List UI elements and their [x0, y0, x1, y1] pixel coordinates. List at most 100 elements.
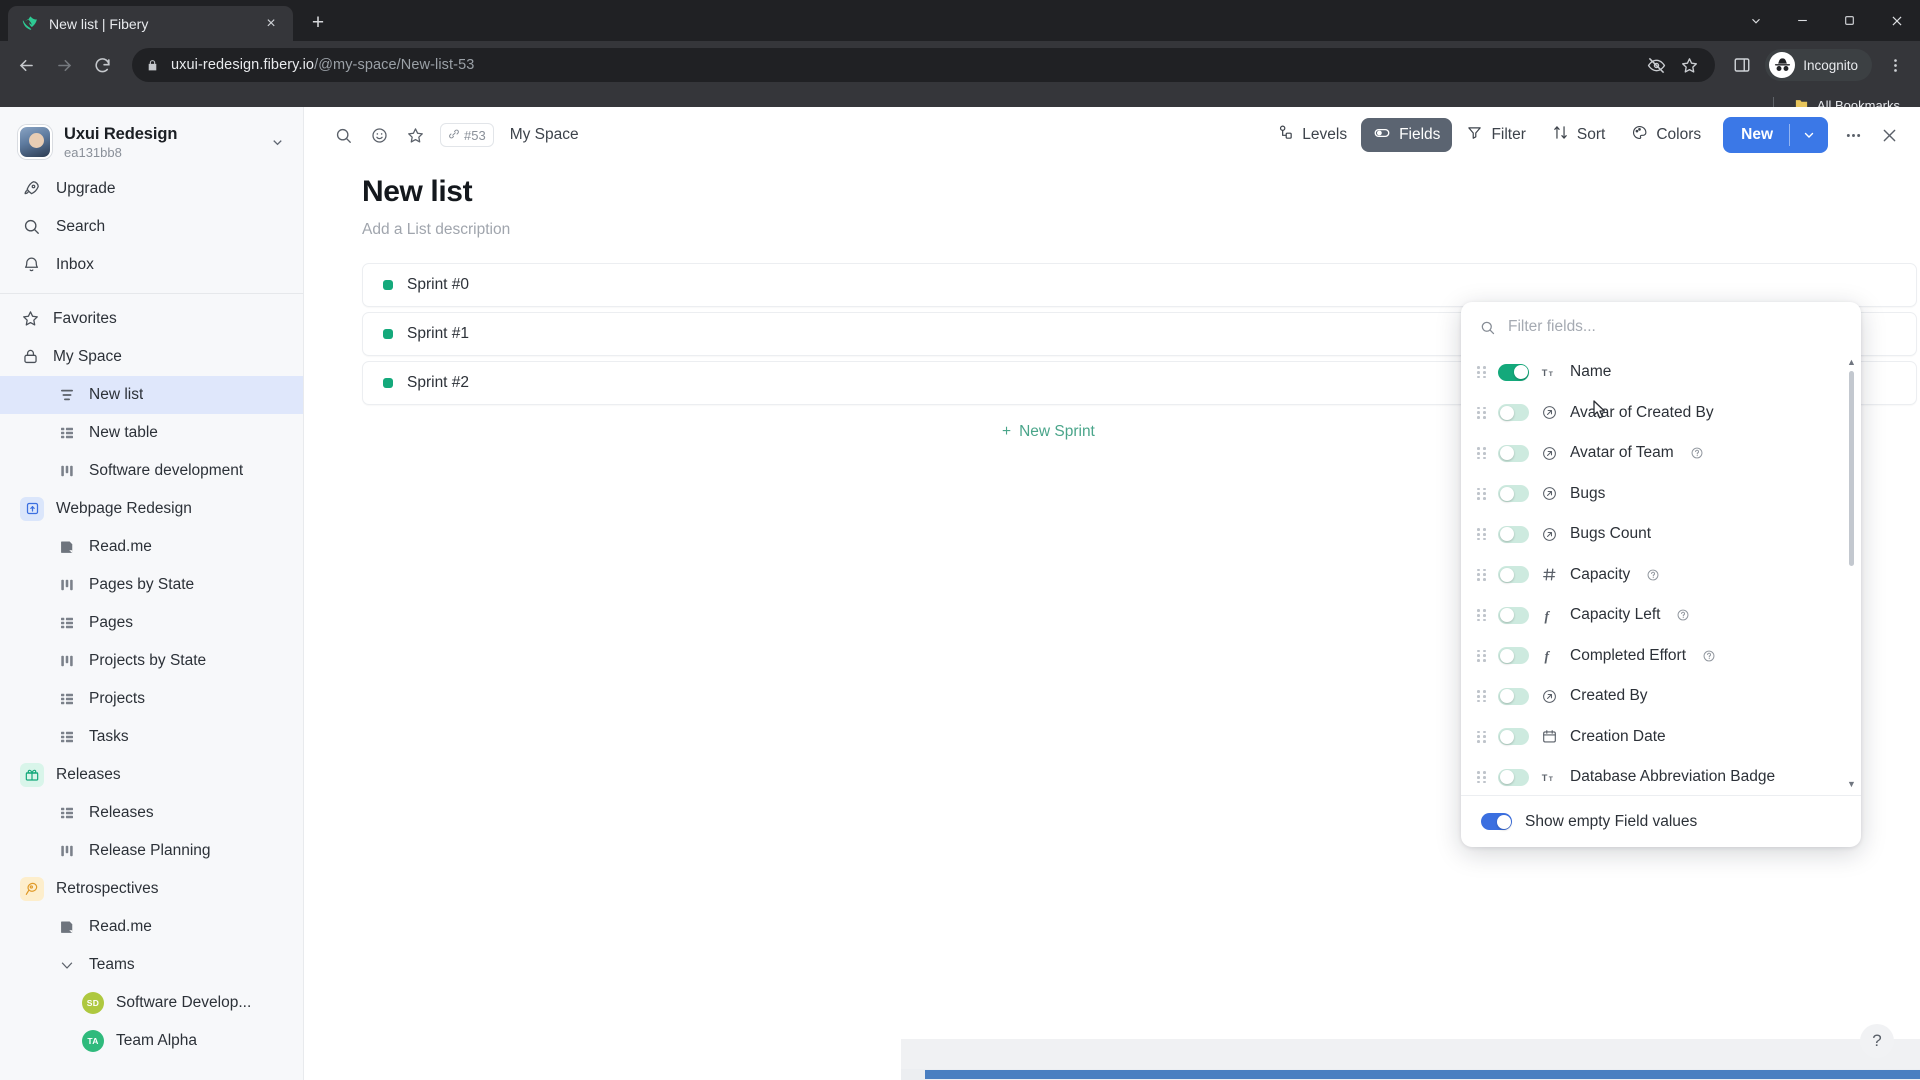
- sidebar-item-upgrade[interactable]: Upgrade: [0, 170, 303, 208]
- sidebar-item-release-planning[interactable]: Release Planning: [0, 832, 303, 870]
- drag-handle-icon[interactable]: [1477, 487, 1487, 500]
- field-row[interactable]: Bugs Count: [1463, 514, 1861, 555]
- star-icon[interactable]: [1680, 56, 1699, 75]
- sidebar-item-projects-by-state[interactable]: Projects by State: [0, 642, 303, 680]
- sidebar-item-releases[interactable]: Releases: [0, 756, 303, 794]
- close-icon[interactable]: [1872, 118, 1906, 152]
- field-row[interactable]: Creation Date: [1463, 717, 1861, 758]
- sidebar-item-inbox[interactable]: Inbox: [0, 246, 303, 284]
- drag-handle-icon[interactable]: [1477, 568, 1487, 581]
- new-tab-button[interactable]: +: [301, 6, 335, 40]
- window-maximize-button[interactable]: [1826, 0, 1873, 41]
- drag-handle-icon[interactable]: [1477, 406, 1487, 419]
- sidebar-item-favorites[interactable]: Favorites: [0, 300, 303, 338]
- field-row[interactable]: Capacity: [1463, 555, 1861, 596]
- help-icon[interactable]: [1676, 608, 1690, 622]
- browser-tab[interactable]: New list | Fibery ×: [8, 6, 293, 41]
- field-row[interactable]: f Capacity Left: [1463, 595, 1861, 636]
- tab-search-icon[interactable]: [1732, 0, 1779, 41]
- profile-chip[interactable]: Incognito: [1765, 49, 1872, 81]
- horizontal-scrollbar[interactable]: [901, 1069, 1920, 1080]
- page-title[interactable]: New list: [362, 175, 1920, 209]
- sidebar-item-my-space[interactable]: My Space: [0, 338, 303, 376]
- window-minimize-button[interactable]: [1779, 0, 1826, 41]
- address-bar[interactable]: uxui-redesign.fibery.io/@my-space/New-li…: [132, 48, 1716, 82]
- show-empty-fields-toggle[interactable]: [1481, 813, 1512, 830]
- field-visibility-toggle[interactable]: [1498, 404, 1529, 422]
- sidebar-item-teams[interactable]: Teams: [0, 946, 303, 984]
- sidebar-item-new-list[interactable]: New list: [0, 375, 303, 414]
- chevron-down-icon[interactable]: [266, 131, 289, 154]
- sidebar-item-read-me[interactable]: Read.me: [0, 908, 303, 946]
- sort-button[interactable]: Sort: [1540, 118, 1617, 152]
- entity-id-badge[interactable]: #53: [440, 123, 494, 147]
- field-row[interactable]: Avatar of Created By: [1463, 393, 1861, 434]
- forward-button[interactable]: [46, 47, 82, 83]
- field-row[interactable]: T T Name: [1463, 352, 1861, 393]
- field-visibility-toggle[interactable]: [1498, 647, 1529, 665]
- drag-handle-icon[interactable]: [1477, 771, 1487, 784]
- field-visibility-toggle[interactable]: [1498, 444, 1529, 462]
- scrollbar-thumb[interactable]: [925, 1070, 1920, 1079]
- workspace-header[interactable]: Uxui Redesign ea131bb8: [0, 117, 303, 170]
- sidebar-item-software-development[interactable]: Software development: [0, 452, 303, 490]
- help-icon[interactable]: [1646, 568, 1660, 582]
- scroll-down-arrow-icon[interactable]: ▼: [1847, 780, 1856, 789]
- sidebar-item-webpage-redesign[interactable]: Webpage Redesign: [0, 490, 303, 528]
- sidebar-item-new-table[interactable]: New table: [0, 414, 303, 452]
- help-button[interactable]: ?: [1860, 1024, 1894, 1058]
- field-row[interactable]: f Completed Effort: [1463, 636, 1861, 677]
- drag-handle-icon[interactable]: [1477, 528, 1487, 541]
- scrollbar-track[interactable]: [1849, 371, 1854, 776]
- sidebar-item-retrospectives[interactable]: Retrospectives: [0, 870, 303, 908]
- drag-handle-icon[interactable]: [1477, 366, 1487, 379]
- sidebar-item-pages[interactable]: Pages: [0, 604, 303, 642]
- field-visibility-toggle[interactable]: [1498, 363, 1529, 381]
- field-row[interactable]: Avatar of Team: [1463, 433, 1861, 474]
- sidebar-item-tasks[interactable]: Tasks: [0, 718, 303, 756]
- drag-handle-icon[interactable]: [1477, 447, 1487, 460]
- drag-handle-icon[interactable]: [1477, 730, 1487, 743]
- sidebar-item-releases[interactable]: Releases: [0, 794, 303, 832]
- drag-handle-icon[interactable]: [1477, 690, 1487, 703]
- field-visibility-toggle[interactable]: [1498, 566, 1529, 584]
- search-icon[interactable]: [326, 118, 360, 152]
- sidebar-item-pages-by-state[interactable]: Pages by State: [0, 566, 303, 604]
- side-panel-icon[interactable]: [1725, 48, 1759, 82]
- scrollbar-thumb[interactable]: [1849, 371, 1854, 566]
- chevron-down-icon[interactable]: [1790, 128, 1828, 142]
- reload-button[interactable]: [84, 47, 120, 83]
- list-item[interactable]: Sprint #0: [362, 263, 1917, 307]
- emoji-icon[interactable]: [362, 118, 396, 152]
- breadcrumb[interactable]: My Space: [510, 126, 579, 144]
- field-row[interactable]: T T Database Abbreviation Badge: [1463, 757, 1861, 795]
- sidebar-item-projects[interactable]: Projects: [0, 680, 303, 718]
- help-icon[interactable]: [1702, 649, 1716, 663]
- sidebar-item-team-alpha[interactable]: TA Team Alpha: [0, 1022, 303, 1060]
- drag-handle-icon[interactable]: [1477, 609, 1487, 622]
- drag-handle-icon[interactable]: [1477, 649, 1487, 662]
- filter-button[interactable]: Filter: [1454, 118, 1537, 152]
- window-close-button[interactable]: [1873, 0, 1920, 41]
- page-description-placeholder[interactable]: Add a List description: [362, 221, 1920, 239]
- fields-button[interactable]: Fields: [1361, 118, 1453, 152]
- help-icon[interactable]: [1690, 446, 1704, 460]
- field-visibility-toggle[interactable]: [1498, 485, 1529, 503]
- star-icon[interactable]: [398, 118, 432, 152]
- field-row[interactable]: Created By: [1463, 676, 1861, 717]
- colors-button[interactable]: Colors: [1619, 118, 1713, 152]
- field-visibility-toggle[interactable]: [1498, 687, 1529, 705]
- more-options-icon[interactable]: [1836, 118, 1870, 152]
- back-button[interactable]: [8, 47, 44, 83]
- new-button[interactable]: New: [1723, 117, 1828, 153]
- eye-slash-icon[interactable]: [1647, 56, 1666, 75]
- field-row[interactable]: Bugs: [1463, 474, 1861, 515]
- scroll-up-arrow-icon[interactable]: ▲: [1847, 358, 1856, 367]
- show-empty-fields-row[interactable]: Show empty Field values: [1461, 795, 1861, 847]
- levels-button[interactable]: Levels: [1265, 118, 1359, 152]
- field-visibility-toggle[interactable]: [1498, 728, 1529, 746]
- dropdown-scrollbar[interactable]: ▲ ▼: [1847, 358, 1856, 789]
- kebab-menu-icon[interactable]: [1878, 45, 1912, 85]
- sidebar-item-software-develop[interactable]: SD Software Develop...: [0, 984, 303, 1022]
- tab-close-icon[interactable]: ×: [261, 14, 281, 34]
